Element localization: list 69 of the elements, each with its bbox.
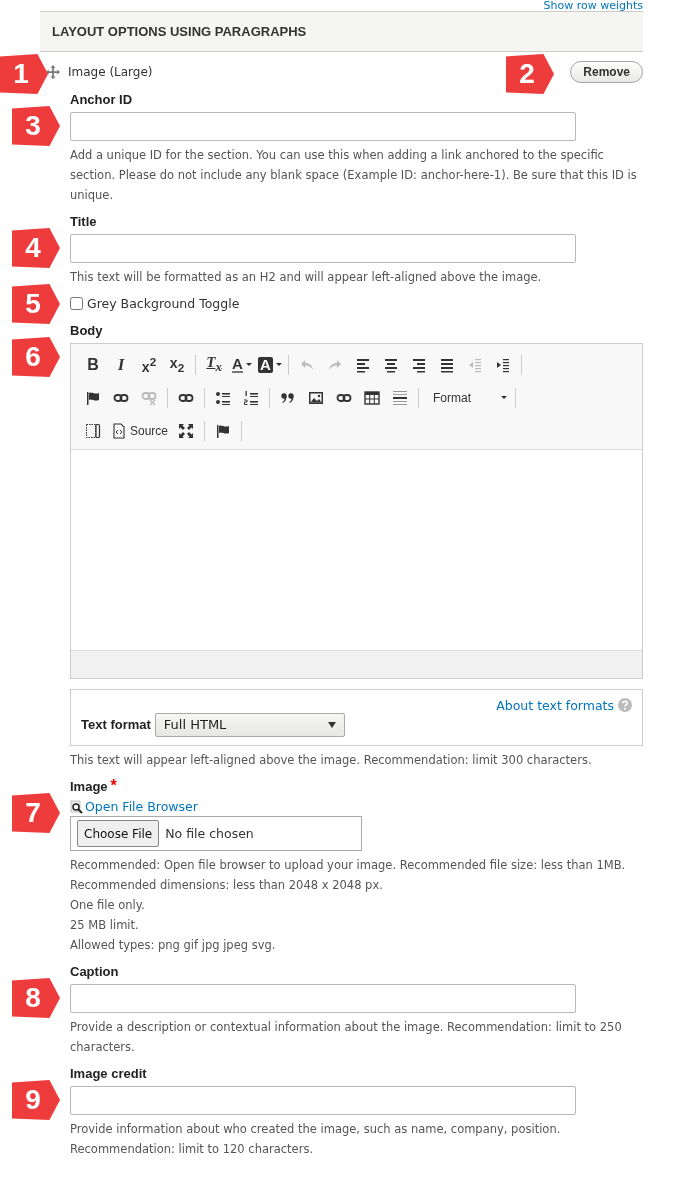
format-dropdown[interactable]: Format <box>423 385 511 410</box>
text-format-label: Text format <box>81 717 151 732</box>
marker-badge: 1 <box>0 54 48 94</box>
field-description: 25 MB limit. <box>70 917 140 934</box>
field-label: Body <box>70 323 104 338</box>
marker-badge: 5 <box>12 284 60 324</box>
file-status: No file chosen <box>165 826 254 841</box>
help-icon <box>618 698 632 712</box>
open-file-browser-link[interactable]: Open File Browser <box>85 799 198 814</box>
field-description: Recommended: Open file browser to upload your image. Recommended file size: less than 1MB. Recommended dimensions: less than 2048 x 2048 px. <box>70 857 627 894</box>
text-input-field[interactable] <box>70 112 576 141</box>
marker-badge: 2 <box>506 54 554 94</box>
align-left-icon[interactable] <box>355 356 371 373</box>
marker-badge: 6 <box>12 337 60 377</box>
background-color-button[interactable]: A <box>256 352 284 377</box>
field-label: Title <box>70 214 98 229</box>
superscript-button[interactable]: x$^{2}$ <box>135 352 163 377</box>
marker-badge: 7 <box>12 793 60 833</box>
choose-file-button[interactable]: Choose File <box>77 820 160 847</box>
field-label: Anchor ID <box>70 92 134 107</box>
bullet-list-icon[interactable] <box>215 389 231 406</box>
field-description: Add a unique ID for the section. You can use this when adding a link anchored to the specific section. Please do not include any blank space (Example ID: anchor-here-1). Be sure that this ID is unique. <box>70 147 638 204</box>
text-input-field[interactable] <box>70 984 576 1013</box>
field-description: One file only. <box>70 897 146 914</box>
text-input-field[interactable] <box>70 1086 576 1115</box>
text-color-button[interactable]: A <box>228 352 256 377</box>
flag-icon[interactable] <box>85 389 101 406</box>
table-icon[interactable] <box>364 389 380 406</box>
horizontal-rule-icon[interactable] <box>392 389 408 406</box>
remove-button[interactable]: Remove <box>570 61 643 83</box>
field-label: Caption <box>70 964 120 979</box>
field-description: This text will be formatted as an H2 and will appear left-aligned above the image. <box>70 269 543 286</box>
drag-handle-icon[interactable] <box>46 65 60 79</box>
required-asterisk: * <box>110 779 117 794</box>
file-upload-field[interactable]: Choose File No file chosen <box>70 816 362 851</box>
subscript-button[interactable]: x$_{2}$ <box>163 352 191 377</box>
marker-badge: 4 <box>12 228 60 268</box>
show-row-weights-link[interactable]: Show row weights <box>0 0 643 11</box>
italic-button[interactable]: I <box>107 352 135 377</box>
field-description: Provide a description or contextual information about the image. Recommendation: limit to 250 characters. <box>70 1019 623 1056</box>
image-icon[interactable] <box>308 389 324 406</box>
field-description: Provide information about who created the image, such as name, company, position. Recommendation: limit to 120 characters. <box>70 1121 562 1158</box>
paragraph-title: Image (Large) <box>68 65 153 79</box>
section-title: LAYOUT OPTIONS USING PARAGRAPHS <box>52 24 307 39</box>
source-code-icon <box>111 422 127 439</box>
text-input-field[interactable] <box>70 234 576 263</box>
align-center-icon[interactable] <box>383 356 399 373</box>
numbered-list-icon[interactable] <box>243 389 259 406</box>
bold-button[interactable]: B <box>79 352 107 377</box>
marker-badge: 8 <box>12 978 60 1018</box>
text-format-select[interactable]: Full HTML <box>154 712 345 737</box>
maximize-icon[interactable] <box>178 422 195 439</box>
align-right-icon[interactable] <box>411 356 427 373</box>
marker-badge: 3 <box>12 106 60 146</box>
checkbox[interactable] <box>70 297 83 310</box>
marker-badge: 9 <box>12 1080 60 1120</box>
remove-format-button[interactable]: T$_{x}$ <box>200 352 228 377</box>
magnifier-icon <box>70 799 84 814</box>
justify-icon[interactable] <box>439 356 455 373</box>
source-button[interactable]: Source <box>107 418 173 443</box>
field-description: This text will appear left-aligned above the image. Recommendation: limit 300 characters. <box>70 752 593 769</box>
field-label: Image credit <box>70 1066 148 1081</box>
field-description: Allowed types: png gif jpg jpeg svg. <box>70 937 277 954</box>
checkbox-label: Grey Background Toggle <box>87 296 240 311</box>
templates-icon[interactable] <box>85 422 101 439</box>
indent-icon[interactable] <box>495 356 511 373</box>
about-text-formats-link[interactable]: About text formats <box>496 698 614 713</box>
field-label: Image <box>70 779 108 794</box>
flag-icon[interactable] <box>215 422 232 439</box>
